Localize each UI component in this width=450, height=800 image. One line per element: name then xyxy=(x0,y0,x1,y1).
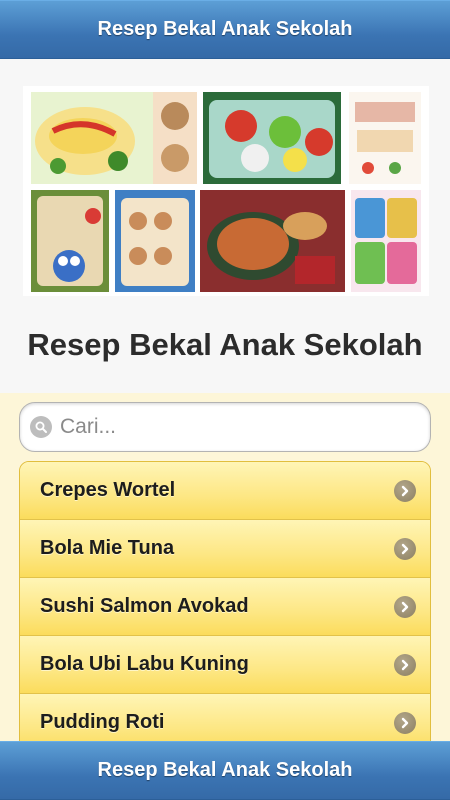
chevron-right-icon xyxy=(394,479,416,502)
recipe-list: Crepes Wortel Bola Mie Tuna Sushi Salmon… xyxy=(19,461,431,761)
list-item-label: Bola Mie Tuna xyxy=(40,537,175,559)
list-item[interactable]: Bola Ubi Labu Kuning xyxy=(20,636,430,694)
list-item-label: Bola Ubi Labu Kuning xyxy=(40,653,249,675)
search-field[interactable] xyxy=(19,402,431,452)
chevron-right-icon xyxy=(394,595,416,618)
list-item[interactable]: Crepes Wortel xyxy=(20,462,430,520)
chevron-right-icon xyxy=(394,653,416,676)
app-header: Resep Bekal Anak Sekolah xyxy=(0,0,450,59)
collage-graphic xyxy=(31,92,421,292)
header-title: Resep Bekal Anak Sekolah xyxy=(97,18,353,40)
list-item[interactable]: Bola Mie Tuna xyxy=(20,520,430,578)
hero-title: Resep Bekal Anak Sekolah xyxy=(27,327,423,362)
hero-section: Resep Bekal Anak Sekolah xyxy=(0,59,450,393)
list-item[interactable]: Sushi Salmon Avokad xyxy=(20,578,430,636)
list-item-label: Sushi Salmon Avokad xyxy=(40,595,249,617)
footer-title: Resep Bekal Anak Sekolah xyxy=(97,759,353,781)
search-input[interactable] xyxy=(60,415,400,439)
app-footer: Resep Bekal Anak Sekolah xyxy=(0,741,450,800)
food-collage-image xyxy=(23,86,429,296)
list-item-label: Pudding Roti xyxy=(40,711,165,733)
chevron-right-icon xyxy=(394,711,416,734)
search-icon xyxy=(30,416,52,438)
chevron-right-icon xyxy=(394,537,416,560)
list-item-label: Crepes Wortel xyxy=(40,479,176,501)
